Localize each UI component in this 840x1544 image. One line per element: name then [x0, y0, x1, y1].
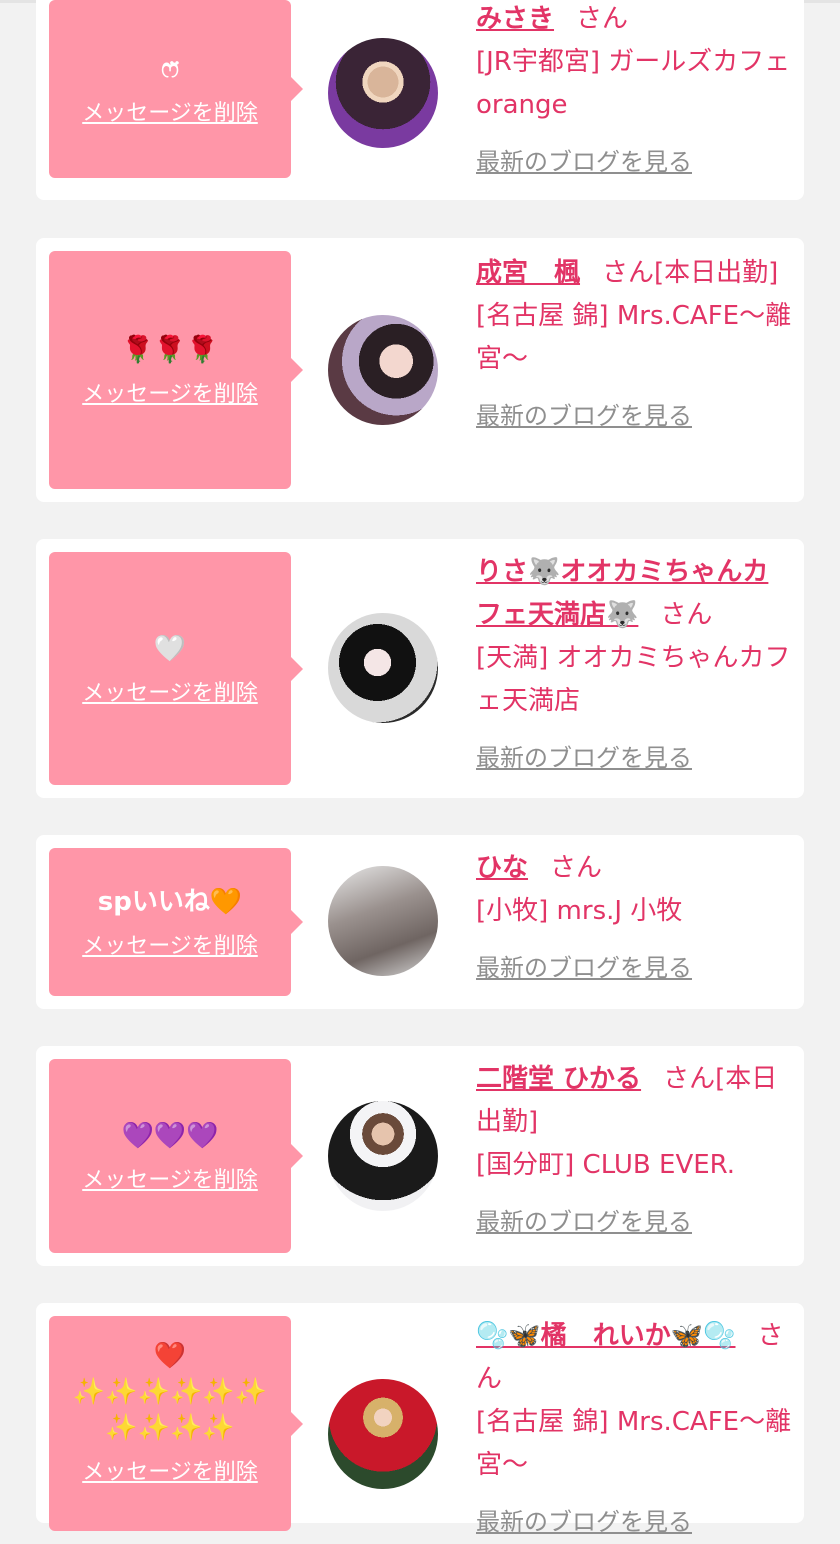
honorific: さん[本日出勤] — [602, 258, 779, 288]
honorific: さん — [576, 4, 629, 34]
girl-name-link[interactable]: 二階堂 ひかる — [476, 1064, 641, 1094]
avatar[interactable] — [328, 1379, 438, 1489]
delete-message-link[interactable]: メッセージを削除 — [82, 675, 258, 707]
message-card: 💜💜💜 メッセージを削除 二階堂 ひかる さん[本日出勤] [国分町] CLUB … — [36, 1046, 804, 1266]
message-text: ❤️ ✨✨✨✨✨✨ ✨✨✨✨ — [72, 1341, 268, 1443]
shop-label: [小牧] mrs.J 小牧 — [476, 896, 683, 926]
latest-blog-link[interactable]: 最新のブログを見る — [476, 737, 692, 780]
message-text: spいいね🧡 — [97, 887, 243, 917]
message-text: 🤍 — [153, 633, 187, 664]
shop-label: [名古屋 錦] Mrs.CAFE〜離宮〜 — [476, 1407, 792, 1480]
message-text: 💜💜💜 — [121, 1121, 219, 1151]
girl-info: 成宮 楓さん[本日出勤] [名古屋 錦] Mrs.CAFE〜離宮〜 最新のブログ… — [476, 252, 792, 438]
girl-name-link[interactable]: ひな — [476, 853, 528, 883]
honorific: さん — [660, 600, 713, 630]
latest-blog-link[interactable]: 最新のブログを見る — [476, 1201, 692, 1244]
message-card: ❤️ ✨✨✨✨✨✨ ✨✨✨✨ メッセージを削除 🫧🦋橘 れいか🦋🫧 さん [名古屋… — [36, 1303, 804, 1536]
latest-blog-link[interactable]: 最新のブログを見る — [476, 1501, 692, 1544]
message-text: ෆ̈ — [161, 54, 179, 84]
latest-blog-link[interactable]: 最新のブログを見る — [476, 141, 692, 184]
latest-blog-link[interactable]: 最新のブログを見る — [476, 947, 692, 990]
girl-name-link[interactable]: りさ🐺オオカミちゃんカフェ天満店🐺 — [476, 557, 768, 630]
girl-name-link[interactable]: みさき — [476, 4, 554, 34]
girl-info: みさき さん [JR宇都宮] ガールズカフェ orange 最新のブログを見る — [476, 0, 792, 184]
avatar[interactable] — [328, 38, 438, 148]
honorific: さん — [550, 853, 603, 883]
message-card: 🌹🌹🌹 メッセージを削除 成宮 楓さん[本日出勤] [名古屋 錦] Mrs.CA… — [36, 238, 804, 502]
delete-message-link[interactable]: メッセージを削除 — [82, 1162, 258, 1194]
message-bubble: 🌹🌹🌹 メッセージを削除 — [49, 251, 303, 489]
girl-name-link[interactable]: 成宮 楓 — [476, 258, 580, 288]
avatar[interactable] — [328, 866, 438, 976]
message-card: ෆ̈ メッセージを削除 みさき さん [JR宇都宮] ガールズカフェ orange… — [36, 0, 804, 200]
avatar[interactable] — [328, 613, 438, 723]
message-card: 🤍 メッセージを削除 りさ🐺オオカミちゃんカフェ天満店🐺 さん [天満] オオカミ… — [36, 539, 804, 798]
girl-info: ひな さん [小牧] mrs.J 小牧 最新のブログを見る — [476, 847, 792, 990]
message-text: 🌹🌹🌹 — [121, 335, 219, 365]
avatar[interactable] — [328, 315, 438, 425]
message-bubble: ෆ̈ メッセージを削除 — [49, 0, 303, 178]
message-bubble: 🤍 メッセージを削除 — [49, 552, 303, 785]
girl-info: りさ🐺オオカミちゃんカフェ天満店🐺 さん [天満] オオカミちゃんカフェ天満店 最… — [476, 551, 792, 780]
delete-message-link[interactable]: メッセージを削除 — [82, 376, 258, 408]
shop-label: [天満] オオカミちゃんカフェ天満店 — [476, 643, 791, 716]
avatar[interactable] — [328, 1101, 438, 1211]
shop-label: [名古屋 錦] Mrs.CAFE〜離宮〜 — [476, 301, 792, 374]
girl-info: 🫧🦋橘 れいか🦋🫧 さん [名古屋 錦] Mrs.CAFE〜離宮〜 最新のブログを… — [476, 1315, 792, 1544]
girl-info: 二階堂 ひかる さん[本日出勤] [国分町] CLUB EVER. 最新のブログを… — [476, 1058, 792, 1244]
latest-blog-link[interactable]: 最新のブログを見る — [476, 395, 692, 438]
shop-label: [JR宇都宮] ガールズカフェ orange — [476, 47, 791, 120]
girl-name-link[interactable]: 🫧🦋橘 れいか🦋🫧 — [476, 1321, 736, 1351]
message-bubble: spいいね🧡 メッセージを削除 — [49, 848, 303, 996]
delete-message-link[interactable]: メッセージを削除 — [82, 928, 258, 960]
delete-message-link[interactable]: メッセージを削除 — [82, 1454, 258, 1486]
message-bubble: 💜💜💜 メッセージを削除 — [49, 1059, 303, 1253]
message-card: spいいね🧡 メッセージを削除 ひな さん [小牧] mrs.J 小牧 最新のブロ… — [36, 835, 804, 1009]
delete-message-link[interactable]: メッセージを削除 — [82, 95, 258, 127]
shop-label: [国分町] CLUB EVER. — [476, 1150, 736, 1180]
message-bubble: ❤️ ✨✨✨✨✨✨ ✨✨✨✨ メッセージを削除 — [49, 1316, 303, 1531]
